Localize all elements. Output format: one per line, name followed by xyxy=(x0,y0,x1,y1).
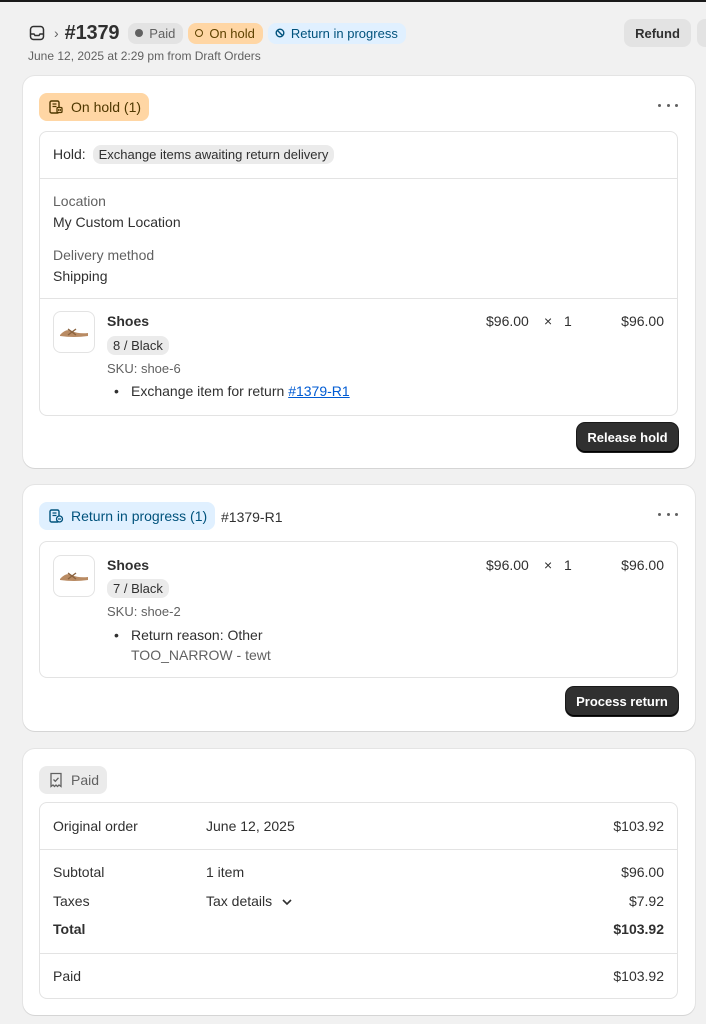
location-label: Location xyxy=(53,193,106,209)
product-sku: SKU: shoe-6 xyxy=(107,361,181,376)
tax-details-toggle[interactable]: Tax details xyxy=(206,893,292,909)
paid-dot-icon xyxy=(135,29,144,37)
status-badge-on-hold: On hold xyxy=(188,22,263,44)
on-hold-dot-icon xyxy=(195,29,204,37)
payment-card: Paid Original order June 12, 2025 $103.9… xyxy=(23,749,695,1015)
product-sku: SKU: shoe-2 xyxy=(107,604,181,619)
process-return-button[interactable]: Process return xyxy=(566,687,678,716)
return-icon xyxy=(47,507,65,525)
paid-status: Paid xyxy=(39,766,108,794)
product-thumbnail[interactable] xyxy=(53,555,95,597)
orders-icon[interactable] xyxy=(28,24,46,42)
order-subtitle: June 12, 2025 at 2:29 pm from Draft Orde… xyxy=(28,49,261,63)
quantity: 1 xyxy=(564,557,572,573)
delivery-method-value: Shipping xyxy=(53,268,108,284)
more-actions-icon[interactable] xyxy=(658,506,678,522)
variant-tag: 8 / Black xyxy=(107,336,169,355)
return-details-box: Shoes 7 / Black SKU: shoe-2 Return reaso… xyxy=(39,541,678,678)
line-total: $96.00 xyxy=(621,313,664,329)
receipt-icon xyxy=(47,771,65,789)
page-header: › #1379 Paid On hold Return in progress xyxy=(28,18,706,48)
status-badge-paid: Paid xyxy=(128,22,184,44)
hold-reason-tag: Exchange items awaiting return delivery xyxy=(92,145,335,164)
on-hold-icon xyxy=(47,98,65,116)
more-actions-icon[interactable] xyxy=(658,97,678,113)
product-thumbnail[interactable] xyxy=(53,311,95,353)
shoe-thumbnail xyxy=(60,572,88,581)
unit-price: $96.00 xyxy=(486,313,529,329)
return-link[interactable]: #1379-R1 xyxy=(288,383,350,399)
exchange-note: Exchange item for return #1379-R1 xyxy=(114,383,350,399)
hold-details-box: Hold: Exchange items awaiting return del… xyxy=(39,131,678,416)
status-badge-return: Return in progress xyxy=(267,22,406,44)
refund-button[interactable]: Refund xyxy=(624,19,691,47)
product-name[interactable]: Shoes xyxy=(107,557,149,573)
location-value: My Custom Location xyxy=(53,214,181,230)
divider xyxy=(40,178,677,179)
page-title: #1379 xyxy=(64,21,120,44)
top-border xyxy=(0,0,706,2)
chevron-right-icon: › xyxy=(54,25,59,41)
release-hold-button[interactable]: Release hold xyxy=(577,423,678,452)
line-total: $96.00 xyxy=(621,557,664,573)
delivery-method-label: Delivery method xyxy=(53,247,155,263)
quantity: 1 xyxy=(564,313,572,329)
on-hold-status: On hold (1) xyxy=(39,93,150,121)
times-sign: × xyxy=(544,557,553,573)
return-reason-detail: TOO_NARROW - tewt xyxy=(131,647,271,663)
return-reason: Return reason: Other xyxy=(114,627,262,643)
return-status: Return in progress (1) xyxy=(39,502,216,530)
unit-price: $96.00 xyxy=(486,557,529,573)
return-status-icon xyxy=(275,28,285,38)
product-name[interactable]: Shoes xyxy=(107,313,149,329)
divider xyxy=(40,953,677,954)
return-id: #1379-R1 xyxy=(221,509,283,525)
hold-row: Hold: Exchange items awaiting return del… xyxy=(53,145,335,164)
variant-tag: 7 / Black xyxy=(107,579,169,598)
divider xyxy=(40,298,677,299)
times-sign: × xyxy=(544,313,553,329)
chevron-down-icon xyxy=(282,899,292,906)
return-card: Return in progress (1) #1379-R1 Shoes 7 … xyxy=(23,485,695,731)
divider xyxy=(40,849,677,850)
more-actions-button[interactable] xyxy=(697,19,706,47)
on-hold-card: On hold (1) Hold: Exchange items awaitin… xyxy=(23,76,695,468)
payment-summary-box: Original order June 12, 2025 $103.92 Sub… xyxy=(39,802,678,999)
shoe-thumbnail xyxy=(60,328,88,337)
